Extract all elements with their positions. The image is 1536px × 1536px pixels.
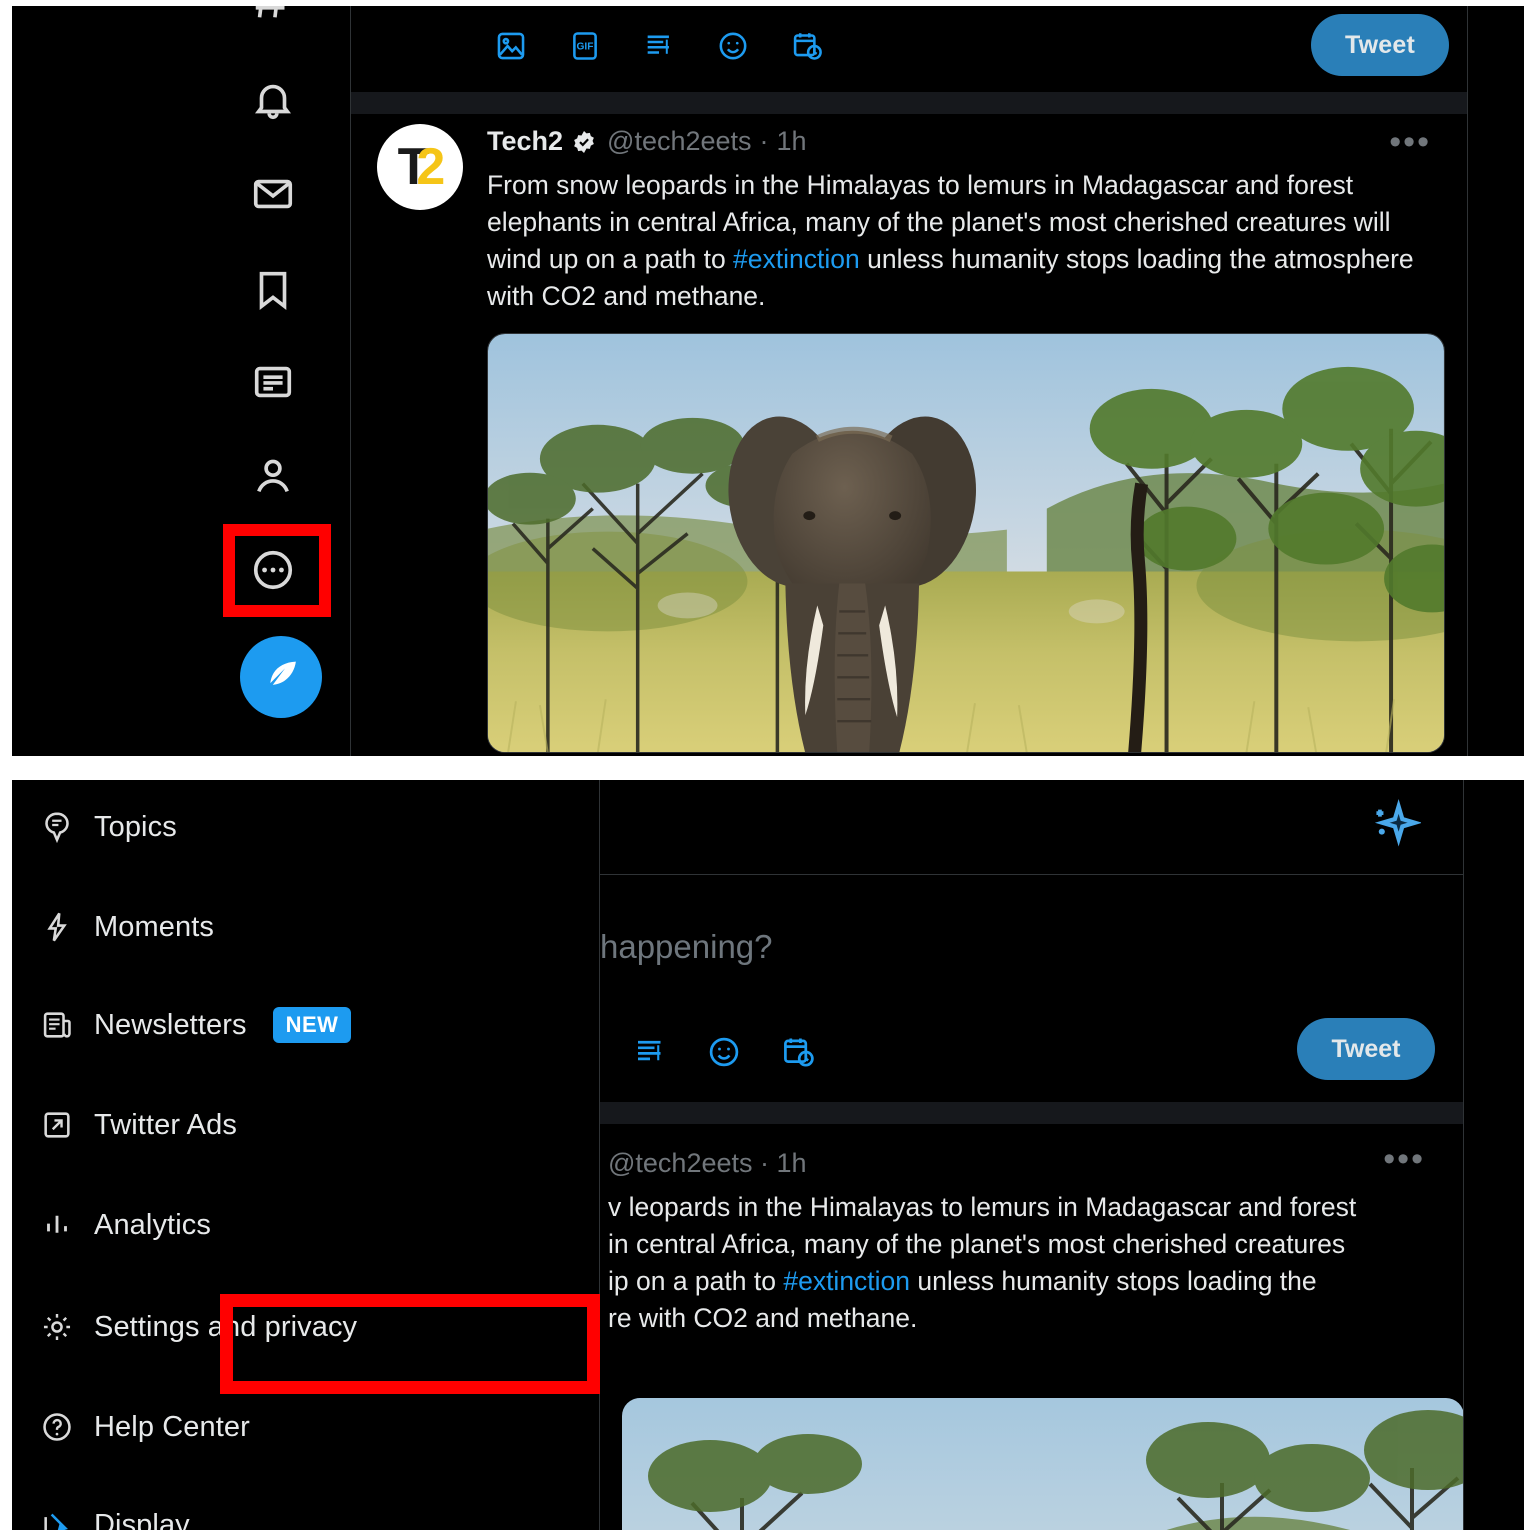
sidebar-item-explore[interactable] <box>237 6 309 38</box>
analytics-icon <box>32 1208 94 1242</box>
tweet-text: From snow leopards in the Himalayas to l… <box>487 167 1441 315</box>
menu-item-twitter-ads[interactable]: Twitter Ads <box>32 1092 580 1158</box>
tweet-author-name[interactable]: Tech2 <box>487 126 563 157</box>
composer-icon-group: GIF <box>491 26 827 66</box>
tweet-hashtag-link[interactable]: #extinction <box>733 244 860 274</box>
main-timeline-column: GIF Tweet T 2 Tech2 @tech2eets · 1h ••• … <box>350 6 1468 756</box>
composer-placeholder-text[interactable]: happening? <box>600 928 773 966</box>
bookmark-icon <box>259 271 287 310</box>
sidebar-item-lists[interactable] <box>237 346 309 418</box>
menu-item-topics[interactable]: Topics <box>32 794 580 860</box>
tweet-more-options-icon[interactable]: ••• <box>1389 125 1431 159</box>
gif-icon[interactable]: GIF <box>565 26 605 66</box>
bottom-main-column: happening? Tweet @tech2eets · 1h ••• v l… <box>600 780 1464 1530</box>
sidebar-item-bookmarks[interactable] <box>237 254 309 326</box>
sidebar-item-notifications[interactable] <box>237 64 309 136</box>
menu-item-label: Help Center <box>94 1410 250 1443</box>
menu-item-newsletters[interactable]: Newsletters NEW <box>32 992 580 1058</box>
menu-item-label: Display <box>94 1508 190 1531</box>
menu-item-label: Moments <box>94 910 214 943</box>
status-badge-new: NEW <box>272 1007 352 1043</box>
newsletters-icon <box>32 1008 94 1042</box>
gear-icon <box>32 1310 94 1344</box>
menu-item-label: Newsletters <box>94 1008 247 1041</box>
elephant-savanna-image-top <box>622 1398 1463 1530</box>
menu-item-moments[interactable]: Moments <box>32 894 580 960</box>
moments-icon <box>32 910 94 944</box>
tweet-separator: · <box>760 1148 770 1178</box>
composer-action-bar: GIF Tweet <box>351 6 1467 86</box>
tweet-handle[interactable]: @tech2eets <box>608 1148 753 1178</box>
menu-item-display[interactable]: Display <box>32 1492 580 1530</box>
tweet-header: Tech2 @tech2eets · 1h ••• <box>487 125 1441 159</box>
menu-item-help-center[interactable]: Help Center <box>32 1394 580 1460</box>
menu-item-analytics[interactable]: Analytics <box>32 1192 580 1258</box>
composer-top-rule <box>600 874 1463 875</box>
bottom-composer-icon-group <box>630 1032 818 1072</box>
top-panel-twitter-home: GIF Tweet T 2 Tech2 @tech2eets · 1h ••• … <box>12 6 1524 756</box>
tweet-more-options-icon[interactable]: ••• <box>1383 1142 1425 1176</box>
section-divider <box>600 1102 1463 1124</box>
display-icon <box>32 1508 94 1530</box>
svg-text:GIF: GIF <box>577 41 594 52</box>
emoji-icon[interactable] <box>713 26 753 66</box>
menu-item-label: Topics <box>94 810 177 843</box>
tweet-separator: · <box>759 126 769 156</box>
schedule-icon[interactable] <box>778 1032 818 1072</box>
tweet-text-line-3: ip on a path to #extinction unless human… <box>608 1263 1463 1300</box>
tweet-timestamp[interactable]: 1h <box>777 1148 807 1178</box>
verified-badge-icon <box>571 129 597 155</box>
tweet-photo-elephant[interactable] <box>487 333 1445 753</box>
tweet-card: T 2 Tech2 @tech2eets · 1h ••• From snow … <box>351 124 1467 753</box>
section-divider <box>351 92 1467 114</box>
tweet-hashtag-link[interactable]: #extinction <box>783 1266 910 1296</box>
tweet-timestamp[interactable]: 1h <box>777 126 807 157</box>
line-3-after: unless humanity stops loading the <box>910 1266 1317 1296</box>
sidebar-item-messages[interactable] <box>237 158 309 230</box>
schedule-icon[interactable] <box>787 26 827 66</box>
envelope-icon <box>253 179 293 209</box>
tweet-text-line-4: re with CO2 and methane. <box>608 1303 918 1333</box>
sparkle-icon[interactable] <box>1365 798 1423 854</box>
sidebar-item-more[interactable] <box>237 534 309 606</box>
feather-quill-icon <box>268 661 296 685</box>
external-link-icon <box>32 1108 94 1142</box>
more-circle-icon <box>253 550 293 590</box>
menu-item-settings-and-privacy[interactable]: Settings and privacy <box>32 1294 580 1360</box>
menu-item-label: Twitter Ads <box>94 1108 237 1141</box>
tweet-text-line-2: in central Africa, many of the planet's … <box>608 1229 1346 1259</box>
tweet-button[interactable]: Tweet <box>1297 1018 1435 1080</box>
help-circle-icon <box>32 1410 94 1444</box>
elephant-savanna-image <box>488 334 1444 752</box>
screenshot-root: GIF Tweet T 2 Tech2 @tech2eets · 1h ••• … <box>0 0 1536 1536</box>
tweet-header: @tech2eets · 1h ••• <box>600 1142 1463 1179</box>
more-menu-panel: Topics Moments Newsletters NEW Twitter A… <box>12 780 600 1530</box>
bottom-panel-more-menu: Topics Moments Newsletters NEW Twitter A… <box>12 780 1524 1530</box>
sidebar-item-profile[interactable] <box>237 440 309 512</box>
poll-icon[interactable] <box>630 1032 670 1072</box>
tweet-button[interactable]: Tweet <box>1311 14 1449 76</box>
poll-icon[interactable] <box>639 26 679 66</box>
tweet-handle[interactable]: @tech2eets <box>607 126 752 157</box>
sidebar-nav-rail <box>12 6 350 756</box>
compose-tweet-fab[interactable] <box>240 636 322 718</box>
media-icon[interactable] <box>491 26 531 66</box>
line-3-before: ip on a path to <box>608 1266 784 1296</box>
tweet-card-clipped: @tech2eets · 1h ••• v leopards in the Hi… <box>600 1142 1463 1337</box>
menu-item-label: Analytics <box>94 1208 211 1241</box>
bell-icon <box>254 84 292 120</box>
person-icon <box>257 459 289 493</box>
avatar[interactable]: T 2 <box>377 124 463 210</box>
list-icon <box>254 366 292 398</box>
tweet-photo-elephant-clipped[interactable] <box>622 1398 1463 1530</box>
menu-item-label: Settings and privacy <box>94 1310 358 1343</box>
avatar-letter-2: 2 <box>416 138 445 196</box>
emoji-icon[interactable] <box>704 1032 744 1072</box>
tweet-text: v leopards in the Himalayas to lemurs in… <box>600 1189 1463 1337</box>
tweet-text-line-1: v leopards in the Himalayas to lemurs in… <box>608 1192 1357 1222</box>
topics-icon <box>32 810 94 844</box>
